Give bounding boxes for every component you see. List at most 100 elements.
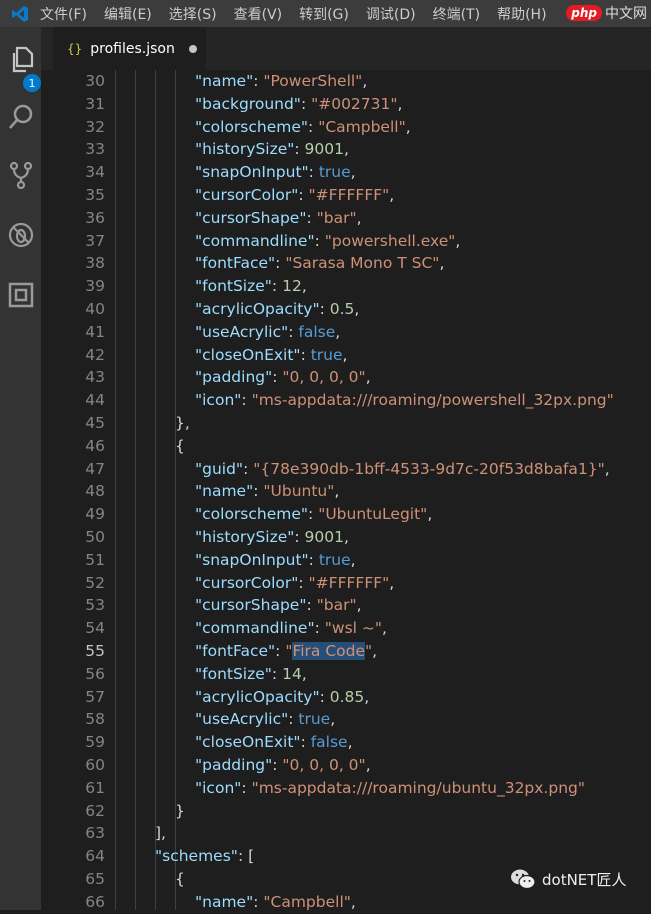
menu-view[interactable]: 查看(V) <box>234 4 283 24</box>
menu-help[interactable]: 帮助(H) <box>497 4 546 24</box>
line-number: 56 <box>85 664 105 683</box>
tab-profiles-json[interactable]: {} profiles.json <box>53 27 206 70</box>
code-line[interactable]: 53 "cursorShape": "bar", <box>52 594 651 617</box>
code-line[interactable]: 46 { <box>52 435 651 458</box>
code-line[interactable]: 66 "name": "Campbell", <box>52 891 651 914</box>
code-text: "useAcrylic": false, <box>195 321 340 344</box>
code-line[interactable]: 41 "useAcrylic": false, <box>52 321 651 344</box>
code-editor[interactable]: 30 "name": "PowerShell", 31 "background": "… <box>52 70 651 911</box>
line-number: 32 <box>85 117 105 136</box>
code-line[interactable]: 52 "cursorColor": "#FFFFFF", <box>52 572 651 595</box>
code-line[interactable]: 40 "acrylicOpacity": 0.5, <box>52 298 651 321</box>
code-token: "wsl ~" <box>324 619 382 638</box>
code-token: : <box>308 550 319 569</box>
code-line[interactable]: 43 "padding": "0, 0, 0, 0", <box>52 366 651 389</box>
code-line[interactable]: 44 "icon": "ms-appdata:///roaming/powersh… <box>52 389 651 412</box>
code-token: , <box>301 664 307 683</box>
code-token: : <box>253 892 264 911</box>
line-number: 40 <box>85 300 105 318</box>
code-line[interactable]: 64 "schemes": [ <box>52 845 651 868</box>
code-text: "snapOnInput": true, <box>195 161 356 184</box>
code-line[interactable]: 34 "snapOnInput": true, <box>52 161 651 184</box>
line-number: 63 <box>85 824 105 843</box>
code-line[interactable]: 56 "fontSize": 14, <box>52 663 651 686</box>
code-line[interactable]: 55 "fontFace": "Fira Code", <box>52 640 651 663</box>
code-text: "cursorColor": "#FFFFFF", <box>195 184 394 207</box>
code-token: true <box>318 163 351 182</box>
code-token: : <box>272 756 283 774</box>
menu-terminal[interactable]: 终端(T) <box>433 4 480 24</box>
code-line[interactable]: 59 "closeOnExit": false, <box>52 731 651 754</box>
code-line[interactable]: 58 "useAcrylic": true, <box>52 708 651 731</box>
code-text: } <box>175 800 185 823</box>
code-text: "closeOnExit": false, <box>195 731 353 754</box>
line-number: 65 <box>85 870 105 888</box>
code-token: false <box>298 322 336 341</box>
menu-go[interactable]: 转到(G) <box>299 4 349 24</box>
code-token: , <box>350 892 356 911</box>
code-line[interactable]: 31 "background": "#002731", <box>52 93 651 116</box>
code-token: ], <box>155 824 166 843</box>
code-line[interactable]: 42 "closeOnExit": true, <box>52 344 651 367</box>
menu-selection[interactable]: 选择(S) <box>169 4 217 24</box>
code-token: : <box>253 72 264 90</box>
code-line[interactable]: 60 "padding": "0, 0, 0, 0", <box>52 754 651 777</box>
code-token: { <box>175 436 185 455</box>
code-line[interactable]: 45}, <box>52 412 651 435</box>
line-number: 49 <box>85 505 105 524</box>
code-token: 0.85 <box>329 687 365 706</box>
extensions-icon[interactable] <box>6 280 36 310</box>
code-token: : <box>300 733 311 752</box>
code-line[interactable]: 51 "snapOnInput": true, <box>52 549 651 572</box>
menu-edit[interactable]: 编辑(E) <box>104 4 152 24</box>
code-line[interactable]: 35 "cursorColor": "#FFFFFF", <box>52 184 651 207</box>
code-token: : <box>300 345 311 364</box>
code-line[interactable]: 30 "name": "PowerShell", <box>52 70 651 93</box>
code-token: "0, 0, 0, 0" <box>282 756 366 774</box>
code-token: "name" <box>195 72 254 90</box>
code-token: "commandline" <box>195 619 315 638</box>
code-text: "background": "#002731", <box>195 93 402 116</box>
code-line[interactable]: 48 "name": "Ubuntu", <box>52 480 651 503</box>
menu-file[interactable]: 文件(F) <box>40 4 87 24</box>
code-line[interactable]: 61 "icon": "ms-appdata:///roaming/ubuntu_… <box>52 777 651 800</box>
debug-icon[interactable] <box>6 220 36 250</box>
line-number: 62 <box>85 801 105 820</box>
code-line[interactable]: 36 "cursorShape": "bar", <box>52 207 651 230</box>
code-line[interactable]: 47 "guid": "{78e390db-1bff-4533-9d7c-20f5… <box>52 458 651 481</box>
code-line[interactable]: 50 "historySize": 9001, <box>52 526 651 549</box>
explorer-icon[interactable]: 1 <box>6 44 41 92</box>
code-line[interactable]: 57 "acrylicOpacity": 0.85, <box>52 686 651 709</box>
code-token: : <box>319 300 330 318</box>
code-token: "historySize" <box>195 528 295 546</box>
code-line[interactable]: 37 "commandline": "powershell.exe", <box>52 230 651 253</box>
tab-bar: {} profiles.json <box>41 27 651 70</box>
code-line[interactable]: 38 "fontFace": "Sarasa Mono T SC", <box>52 252 651 275</box>
line-number: 66 <box>85 892 105 911</box>
code-line[interactable]: 63], <box>52 822 651 845</box>
line-number: 55 <box>85 642 105 660</box>
code-line[interactable]: 32 "colorscheme": "Campbell", <box>52 116 651 139</box>
line-number: 41 <box>85 322 105 341</box>
code-token: "Ubuntu" <box>263 482 335 501</box>
source-control-icon[interactable] <box>6 160 36 190</box>
code-token: "ms-appdata:///roaming/ubuntu_32px.png" <box>251 778 585 797</box>
unsaved-dot-icon[interactable] <box>188 44 197 53</box>
php-logo: php <box>566 5 602 21</box>
menu-debug[interactable]: 调试(D) <box>366 4 416 24</box>
code-text: "acrylicOpacity": 0.85, <box>195 686 369 709</box>
code-line[interactable]: 54 "commandline": "wsl ~", <box>52 617 651 640</box>
search-icon[interactable] <box>6 102 36 132</box>
code-line[interactable]: 62} <box>52 800 651 823</box>
code-token: "PowerShell" <box>263 72 363 90</box>
code-token: "icon" <box>195 391 242 410</box>
code-line[interactable]: 33 "historySize": 9001, <box>52 138 651 161</box>
code-text: "cursorShape": "bar", <box>195 594 362 617</box>
code-token: , <box>356 208 362 227</box>
code-line[interactable]: 39 "fontSize": 12, <box>52 275 651 298</box>
code-token: , <box>389 186 395 204</box>
line-number: 35 <box>85 186 105 204</box>
watermark-text: 中文网 <box>605 6 647 22</box>
code-line[interactable]: 49 "colorscheme": "UbuntuLegit", <box>52 503 651 526</box>
code-token: "acrylicOpacity" <box>195 300 320 318</box>
